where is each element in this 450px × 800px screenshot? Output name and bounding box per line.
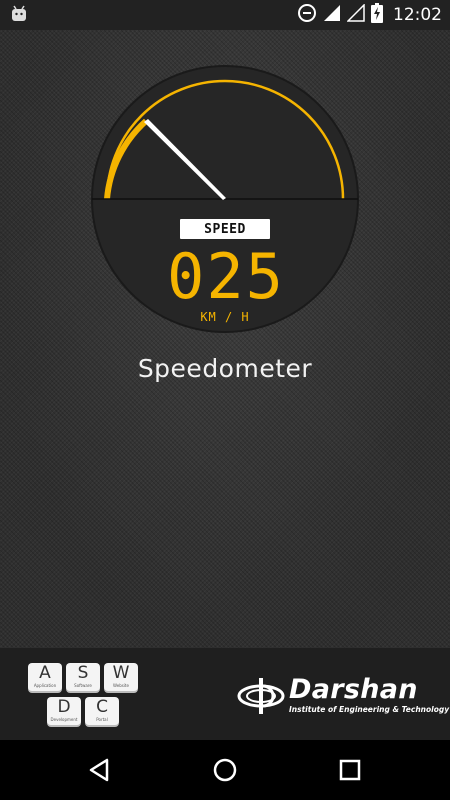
battery-charging-icon	[371, 3, 383, 27]
status-bar: 12:02	[0, 0, 450, 30]
darshan-logo: Darshan Institute of Engineering & Techn…	[237, 674, 449, 718]
speed-unit: KM / H	[200, 310, 250, 324]
key-c: C Portal	[85, 697, 119, 725]
home-icon[interactable]	[210, 755, 240, 785]
android-icon	[10, 5, 28, 27]
speed-label: SPEED	[180, 219, 270, 239]
recents-icon[interactable]	[335, 755, 365, 785]
darshan-emblem-icon	[237, 678, 285, 714]
page-title: Speedometer	[137, 354, 313, 383]
asw-logo: A Application S Software W Website D Dev…	[28, 663, 140, 729]
key-d: D Development	[47, 697, 81, 725]
speedometer-gauge	[91, 65, 359, 333]
data-saver-icon	[297, 3, 317, 27]
status-time: 12:02	[393, 5, 442, 25]
logo-name: Darshan	[289, 674, 418, 705]
key-w: W Website	[104, 663, 138, 691]
signal-empty-icon	[346, 3, 365, 26]
signal-icon	[323, 4, 341, 26]
key-a: A Application	[28, 663, 62, 691]
navigation-bar	[0, 740, 450, 800]
back-icon[interactable]	[85, 755, 115, 785]
footer: A Application S Software W Website D Dev…	[0, 648, 450, 740]
logo-subtitle: Institute of Engineering & Technology	[289, 705, 450, 714]
key-s: S Software	[66, 663, 100, 691]
speed-value: 025	[167, 240, 285, 313]
main-content: SPEED 025 KM / H Speedometer	[0, 30, 450, 648]
